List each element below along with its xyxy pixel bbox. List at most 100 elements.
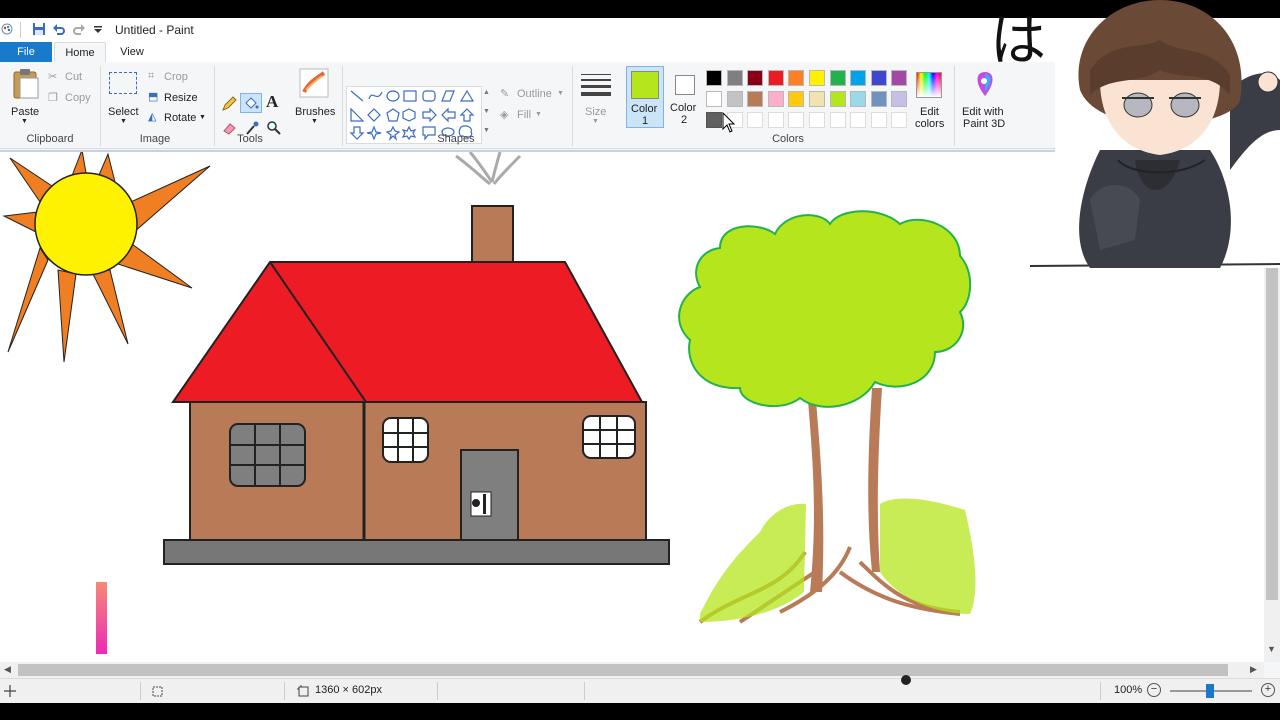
- color-palette: [706, 70, 912, 134]
- outline-dropdown-icon: ▼: [557, 90, 564, 97]
- shapes-scroll-up-icon: ▲: [483, 89, 490, 96]
- fill-dropdown-icon: ▼: [535, 111, 542, 118]
- paint3d-label-line2: Paint 3D: [963, 118, 1006, 130]
- paste-icon: [13, 69, 39, 99]
- copy-button[interactable]: ❐ Copy: [48, 91, 94, 107]
- color1-swatch: [631, 71, 659, 99]
- palette-swatch[interactable]: [767, 91, 784, 107]
- palette-swatch[interactable]: [726, 70, 743, 86]
- color1-label-line1: Color: [631, 103, 658, 115]
- select-button[interactable]: Select ▼: [104, 66, 142, 126]
- undo-icon[interactable]: [52, 22, 66, 36]
- custom-color-slot[interactable]: [788, 112, 805, 128]
- zoom-in-icon[interactable]: +: [1261, 683, 1275, 697]
- palette-swatch[interactable]: [829, 70, 846, 86]
- house-drawing: [163, 205, 670, 565]
- fill-button[interactable]: ◈ Fill ▼: [500, 108, 550, 124]
- scroll-right-icon[interactable]: ▶: [1250, 664, 1257, 675]
- paint3d-label-line1: Edit with: [962, 106, 1004, 118]
- edit-colors-button[interactable]: Edit colors: [912, 66, 948, 130]
- brushes-button[interactable]: Brushes ▼: [292, 66, 338, 128]
- custom-color-slot[interactable]: [870, 112, 887, 128]
- mouse-pointer-icon: [722, 112, 736, 133]
- vertical-scroll-thumb[interactable]: [1266, 260, 1278, 600]
- cut-button[interactable]: ✂ Cut: [48, 70, 94, 86]
- custom-color-slot[interactable]: [891, 112, 908, 128]
- text-tool-icon[interactable]: A: [266, 92, 278, 112]
- image-dimensions: 1360 × 602px: [315, 684, 382, 696]
- colors-group-label: Colors: [772, 133, 804, 145]
- color2-button[interactable]: Color 2: [666, 66, 704, 128]
- customize-quick-access-icon[interactable]: [91, 22, 105, 36]
- paint-app-icon[interactable]: [0, 22, 14, 36]
- horizontal-scroll-thumb[interactable]: [18, 664, 1228, 676]
- zoom-slider-thumb[interactable]: [1206, 684, 1214, 698]
- fill-bucket-button[interactable]: [240, 93, 262, 113]
- horizontal-scrollbar[interactable]: ◀ ▶: [0, 662, 1264, 678]
- tab-home[interactable]: Home: [54, 42, 106, 62]
- palette-swatch[interactable]: [747, 91, 764, 107]
- palette-swatch[interactable]: [870, 91, 887, 107]
- paste-button[interactable]: Paste ▼: [6, 66, 44, 126]
- palette-swatch[interactable]: [809, 91, 825, 107]
- outline-button[interactable]: ✎ Outline ▼: [500, 87, 566, 103]
- palette-swatch[interactable]: [850, 70, 867, 86]
- crop-button[interactable]: ⌗ Crop: [148, 70, 198, 86]
- smoke-drawing: [455, 152, 522, 186]
- palette-swatch[interactable]: [747, 70, 764, 86]
- zoom-out-icon[interactable]: −: [1147, 683, 1161, 697]
- outline-label: Outline: [517, 88, 552, 100]
- image-group-label: Image: [139, 133, 171, 145]
- custom-color-slot[interactable]: [706, 112, 722, 128]
- scissors-icon: ✂: [48, 71, 58, 83]
- redo-icon[interactable]: [72, 22, 86, 36]
- palette-swatch[interactable]: [850, 91, 867, 107]
- color2-label-line1: Color: [670, 102, 697, 114]
- custom-color-slot[interactable]: [767, 112, 784, 128]
- custom-color-slot[interactable]: [829, 112, 846, 128]
- shapes-group-label: Shapes: [437, 133, 475, 145]
- edit-colors-label-line2: colors: [915, 118, 945, 130]
- brushes-dropdown-icon: ▼: [311, 118, 318, 125]
- pencil-icon[interactable]: [221, 96, 237, 112]
- cursor-dot: [901, 675, 911, 685]
- size-button[interactable]: Size ▼: [578, 66, 614, 128]
- rotate-button[interactable]: ◭ Rotate ▼: [148, 111, 208, 127]
- group-divider: [100, 66, 101, 146]
- palette-swatch[interactable]: [829, 91, 846, 107]
- scroll-left-icon[interactable]: ◀: [4, 664, 11, 675]
- edit-colors-label-line1: Edit: [920, 106, 939, 118]
- palette-swatch[interactable]: [726, 91, 743, 107]
- shapes-scroll-down-icon: ▼: [483, 108, 490, 115]
- size-lines-icon: [581, 74, 611, 96]
- copy-label: Copy: [65, 92, 91, 104]
- brushes-label: Brushes: [295, 106, 336, 118]
- group-divider: [214, 66, 215, 146]
- palette-swatch[interactable]: [870, 70, 887, 86]
- palette-swatch[interactable]: [809, 70, 825, 86]
- tab-file[interactable]: File: [0, 42, 52, 62]
- custom-color-slot[interactable]: [850, 112, 867, 128]
- select-label: Select: [108, 106, 139, 118]
- palette-swatch[interactable]: [891, 91, 908, 107]
- palette-swatch[interactable]: [706, 70, 722, 86]
- tab-view[interactable]: View: [108, 42, 156, 62]
- cut-label: Cut: [65, 71, 83, 83]
- palette-swatch[interactable]: [767, 70, 784, 86]
- palette-swatch[interactable]: [706, 91, 722, 107]
- resize-icon: ⬒: [148, 91, 159, 103]
- color1-button[interactable]: Color 1: [626, 66, 664, 128]
- custom-color-slot[interactable]: [809, 112, 825, 128]
- save-icon[interactable]: [32, 22, 46, 36]
- palette-swatch[interactable]: [788, 70, 805, 86]
- streamer-avatar: [1030, 0, 1280, 268]
- resize-button[interactable]: ⬒ Resize: [148, 91, 198, 107]
- palette-swatch[interactable]: [788, 91, 805, 107]
- scroll-down-icon[interactable]: ▼: [1267, 644, 1276, 654]
- zoom-slider[interactable]: [1170, 684, 1252, 698]
- fill-icon: ◈: [500, 109, 509, 121]
- custom-color-slot[interactable]: [747, 112, 764, 128]
- group-divider: [572, 66, 573, 146]
- palette-swatch[interactable]: [891, 70, 908, 86]
- sun-drawing: [2, 152, 211, 363]
